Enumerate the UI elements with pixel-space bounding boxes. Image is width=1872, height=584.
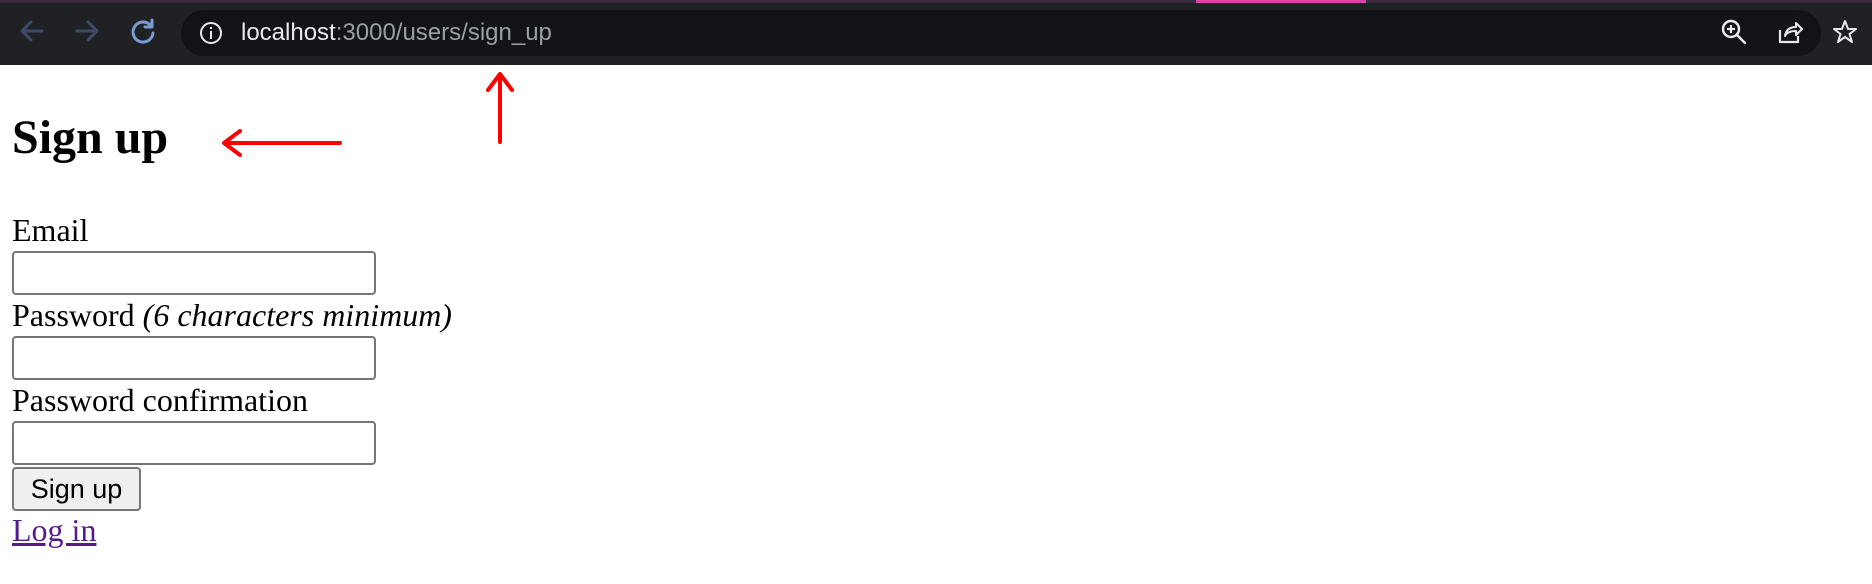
active-tab-accent — [1196, 0, 1366, 3]
url-text[interactable]: localhost:3000/users/sign_up — [241, 20, 552, 46]
back-button[interactable] — [15, 14, 49, 48]
tab-strip-edge — [0, 0, 1872, 3]
share-button[interactable] — [1774, 16, 1806, 48]
page-title: Sign up — [12, 111, 169, 164]
email-field[interactable] — [12, 251, 376, 295]
url-path: :3000/users/sign_up — [335, 19, 552, 46]
password-confirmation-field[interactable] — [12, 421, 376, 465]
password-field[interactable] — [12, 336, 376, 380]
password-hint: (6 characters minimum) — [142, 297, 452, 333]
reload-icon — [131, 18, 155, 44]
reload-button[interactable] — [126, 14, 160, 48]
browser-toolbar: localhost:3000/users/sign_up — [0, 0, 1872, 65]
password-label: Password (6 characters minimum) — [12, 296, 452, 334]
star-icon — [1833, 20, 1857, 43]
email-label: Email — [12, 211, 88, 249]
password-confirmation-label-text: Password confirmation — [12, 382, 308, 418]
arrow-right-icon — [75, 20, 99, 42]
left-arrow-annotation — [222, 129, 342, 157]
zoom-in-icon — [1721, 19, 1747, 45]
share-icon — [1778, 22, 1803, 44]
password-label-text: Password — [12, 297, 135, 333]
forward-button[interactable] — [70, 14, 104, 48]
arrow-left-icon — [20, 20, 44, 42]
url-host: localhost — [241, 19, 336, 46]
log-in-link[interactable]: Log in — [12, 510, 96, 550]
up-arrow-annotation — [486, 72, 514, 144]
sign-up-button[interactable]: Sign up — [12, 467, 141, 511]
address-bar[interactable]: localhost:3000/users/sign_up — [181, 10, 1821, 56]
zoom-button[interactable] — [1718, 16, 1750, 48]
bookmark-button[interactable] — [1829, 16, 1861, 48]
password-confirmation-label: Password confirmation — [12, 381, 308, 419]
email-label-text: Email — [12, 212, 89, 248]
info-icon[interactable] — [199, 21, 223, 45]
